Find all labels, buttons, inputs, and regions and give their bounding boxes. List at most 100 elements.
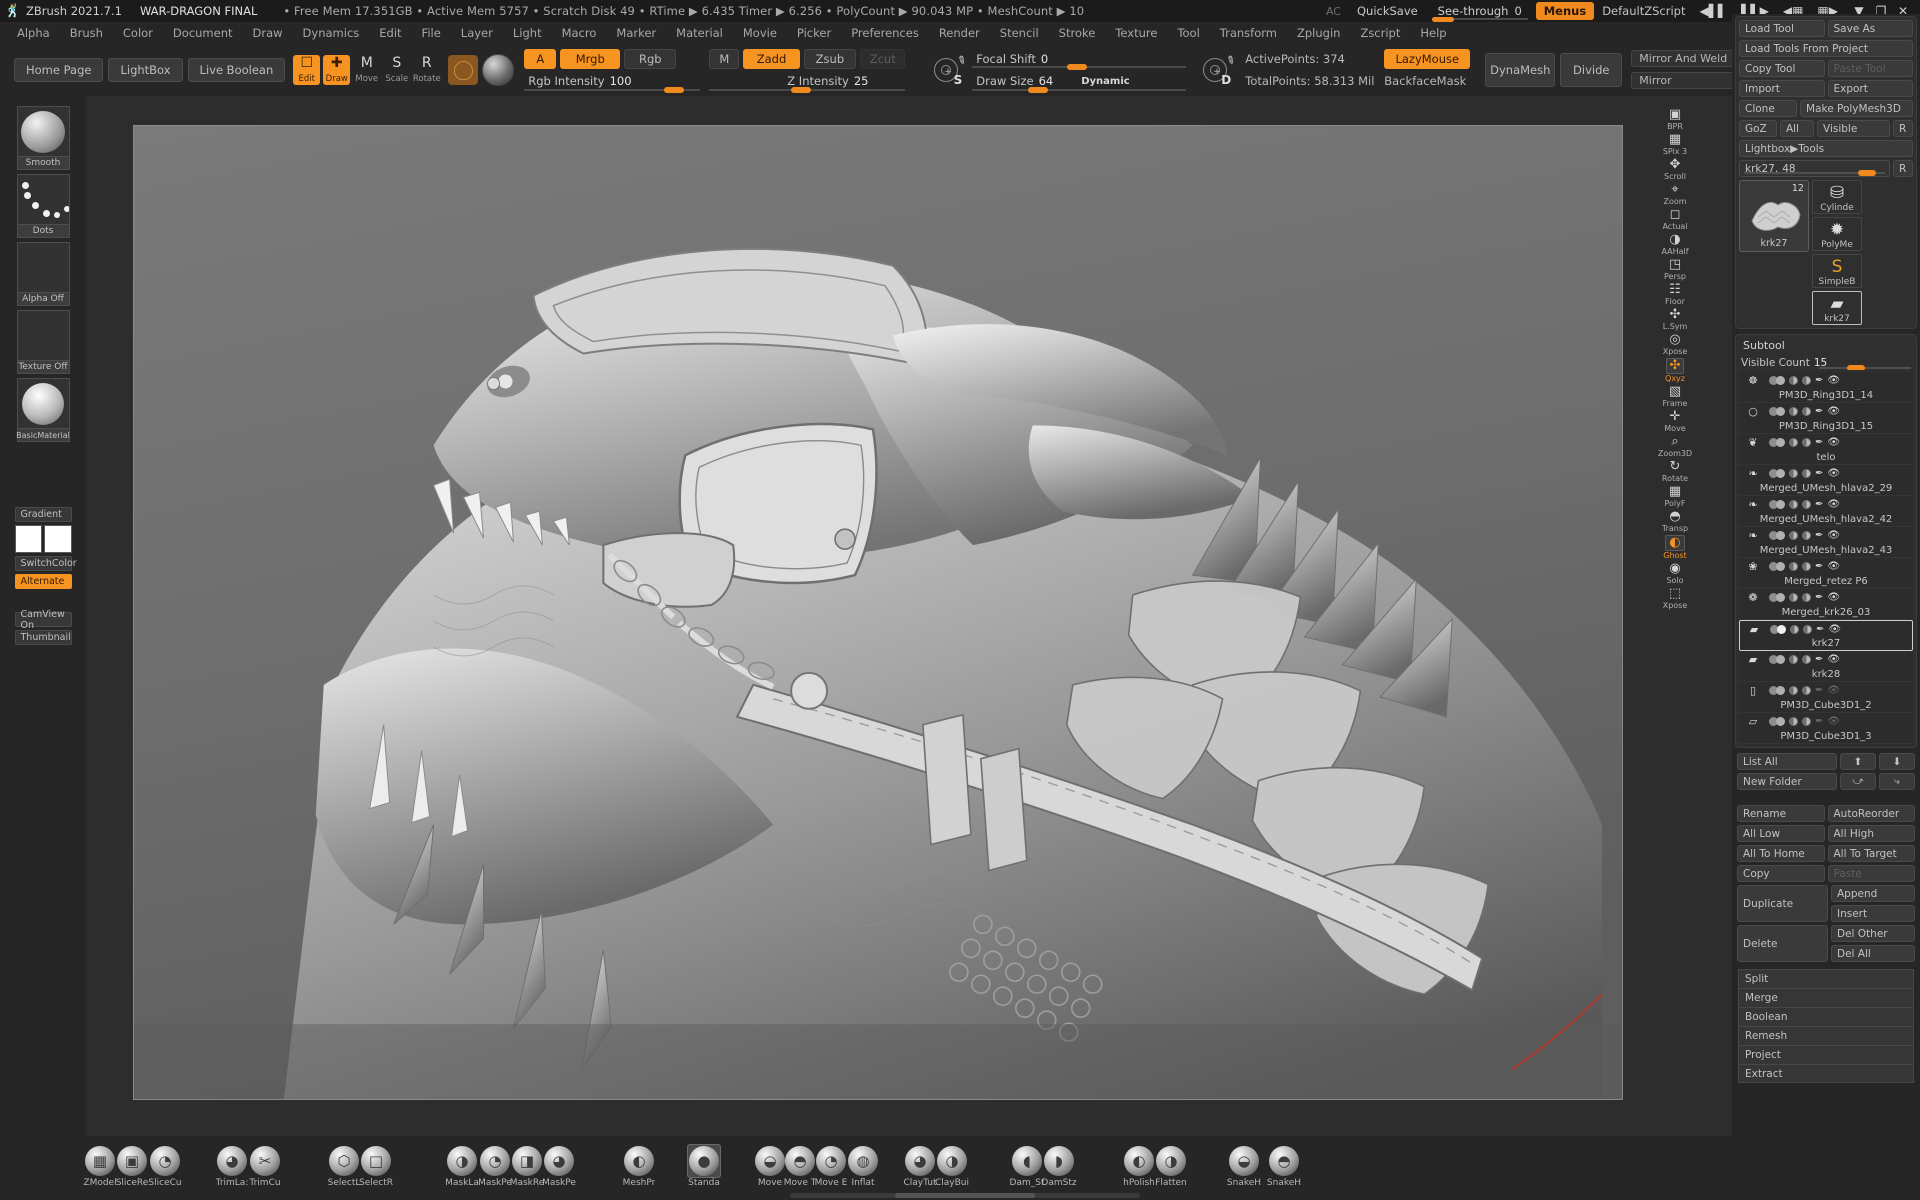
subtool-row[interactable]: ❦ ✒ 👁 telo (1739, 434, 1913, 465)
subtool-transparency-toggle[interactable] (1802, 562, 1811, 571)
subtool-transparency-toggle[interactable] (1802, 593, 1811, 602)
stroke-selector[interactable]: Dots (16, 174, 70, 238)
subtool-polypaint-toggle[interactable] (1789, 500, 1798, 509)
del-all-button[interactable]: Del All (1831, 945, 1915, 962)
all-low-button[interactable]: All Low (1737, 825, 1825, 842)
subtool-eye-icon[interactable]: 👁 (1827, 716, 1840, 727)
home-page-button[interactable]: Home Page (14, 58, 104, 82)
subtool-visibility-toggle[interactable] (1769, 407, 1785, 416)
rgb-intensity-knob[interactable] (664, 87, 685, 93)
brush-dam-standard-z-icon[interactable]: ◗ DamStz (1037, 1144, 1081, 1188)
alpha-selector[interactable]: Alpha Off (16, 242, 70, 306)
subtool-polypaint-toggle[interactable] (1789, 593, 1798, 602)
menu-item-draw[interactable]: Draw (244, 24, 292, 42)
menu-item-layer[interactable]: Layer (452, 24, 502, 42)
subtool-eye-icon[interactable]: 👁 (1827, 592, 1840, 603)
goz-visible-button[interactable]: Visible (1817, 120, 1890, 137)
subtool-visibility-toggle[interactable] (1770, 625, 1786, 634)
subtool-row[interactable]: ❁ ✒ 👁 Merged_krk26_03 (1739, 589, 1913, 620)
subtool-list[interactable]: ☸ ✒ 👁 PM3D_Ring3D1_14 ○ ✒ 👁 PM3D_Ring3D1_15 ❦ ✒ 👁 t… (1739, 372, 1913, 744)
shelf-left-icon[interactable]: ◀▌▌ (1699, 4, 1727, 18)
menu-item-alpha[interactable]: Alpha (8, 24, 59, 42)
subtool-visibility-toggle[interactable] (1769, 686, 1785, 695)
brush-trim-curve-icon[interactable]: ✂ TrimCu (243, 1144, 287, 1188)
subtool-polypaint-toggle[interactable] (1789, 562, 1798, 571)
subtool-transparency-toggle[interactable] (1802, 717, 1811, 726)
export-button[interactable]: Export (1827, 80, 1913, 97)
viewport[interactable] (133, 125, 1623, 1100)
subtool-row[interactable]: ▰ ✒ 👁 krk28 (1739, 651, 1913, 682)
menu-item-movie[interactable]: Movie (734, 24, 786, 42)
subtool-eye-icon[interactable]: 👁 (1827, 468, 1840, 479)
goz-button[interactable]: GoZ (1739, 120, 1777, 137)
quicksave-button[interactable]: QuickSave (1357, 4, 1418, 18)
edit-mode-button[interactable]: ☐ Edit (293, 55, 321, 85)
gradient-button[interactable]: Gradient (14, 507, 72, 522)
boolean-subpalette[interactable]: Boolean (1738, 1007, 1914, 1026)
camview-on-button[interactable]: CamView On (14, 609, 72, 631)
nav-frame-icon[interactable]: ▧ Frame (1658, 385, 1692, 409)
menu-item-zscript[interactable]: Zscript (1351, 24, 1409, 42)
arrow-down-icon[interactable]: ⬇ (1879, 753, 1915, 770)
nav-perspective-icon[interactable]: ◳ Persp (1658, 258, 1692, 282)
subtool-transparency-toggle[interactable] (1803, 625, 1812, 634)
z-intensity-slider[interactable]: Z Intensity 25 (709, 70, 906, 93)
load-tools-from-project-button[interactable]: Load Tools From Project (1739, 40, 1913, 57)
brush-slice-curve-icon[interactable]: ◔ SliceCu (143, 1144, 187, 1188)
menu-item-texture[interactable]: Texture (1106, 24, 1166, 42)
rgb-intensity-slider[interactable]: Rgb Intensity 100 (524, 70, 701, 93)
recent-tool-polyme[interactable]: ✹ PolyMe (1811, 217, 1862, 251)
menu-item-light[interactable]: Light (504, 24, 551, 42)
rgb-button[interactable]: Rgb (624, 49, 677, 69)
subtool-transparency-toggle[interactable] (1802, 531, 1811, 540)
move-mode-button[interactable]: M Move (353, 55, 380, 85)
menu-item-file[interactable]: File (413, 24, 450, 42)
zadd-button[interactable]: Zadd (743, 49, 800, 69)
all-high-button[interactable]: All High (1827, 825, 1915, 842)
brush-standard-brush-icon[interactable]: ● Standa (682, 1144, 726, 1188)
tool-item-slider[interactable]: krk27. 48 (1739, 160, 1890, 177)
copy-subtool-button[interactable]: Copy (1737, 865, 1825, 882)
subtool-polypaint-brush-icon[interactable]: ✒ (1815, 375, 1823, 386)
menu-item-material[interactable]: Material (667, 24, 732, 42)
subtool-row[interactable]: ❀ ✒ 👁 Merged_retez P6 (1739, 558, 1913, 589)
primary-color-swatch[interactable] (14, 525, 42, 553)
nav-move-icon[interactable]: ✛ Move (1658, 410, 1692, 434)
subtool-visibility-toggle[interactable] (1769, 717, 1785, 726)
subtool-polypaint-brush-icon[interactable]: ✒ (1815, 468, 1823, 479)
subtool-visibility-toggle[interactable] (1769, 593, 1785, 602)
make-polymesh3d-button[interactable]: Make PolyMesh3D (1800, 100, 1913, 117)
m-button[interactable]: M (709, 49, 740, 69)
nav-transp-icon[interactable]: ◓ Transp (1658, 510, 1692, 534)
subtool-polypaint-brush-icon[interactable]: ✒ (1815, 561, 1823, 572)
subtool-polypaint-toggle[interactable] (1789, 686, 1798, 695)
subtool-visibility-toggle[interactable] (1769, 469, 1785, 478)
menu-item-brush[interactable]: Brush (61, 24, 112, 42)
remesh-subpalette[interactable]: Remesh (1738, 1026, 1914, 1045)
brush-mask-pen2-icon[interactable]: ◕ MaskPe (537, 1144, 581, 1188)
subtool-row[interactable]: ○ ✒ 👁 PM3D_Ring3D1_15 (1739, 403, 1913, 434)
nav-aahalf-icon[interactable]: ◑ AAHalf (1658, 233, 1692, 257)
new-folder-button[interactable]: New Folder (1737, 773, 1837, 790)
subtool-polypaint-toggle[interactable] (1789, 655, 1798, 664)
all-to-target-button[interactable]: All To Target (1827, 845, 1915, 862)
dynamic-label[interactable]: Dynamic (1081, 76, 1129, 87)
menu-item-macro[interactable]: Macro (553, 24, 606, 42)
brush-flatten-icon[interactable]: ◑ Flatten (1149, 1144, 1193, 1188)
subtool-visibility-toggle[interactable] (1769, 655, 1785, 664)
visible-count-slider[interactable]: Visible Count 15 (1739, 355, 1913, 370)
nav-bpr-icon[interactable]: ▣ BPR (1658, 108, 1692, 132)
switch-color-button[interactable]: SwitchColor (14, 556, 77, 571)
brush-inflate-brush-icon[interactable]: ◍ Inflat (841, 1144, 885, 1188)
mrgb-button[interactable]: Mrgb (560, 49, 621, 69)
goz-r-button[interactable]: R (1893, 120, 1913, 137)
all-to-home-button[interactable]: All To Home (1737, 845, 1825, 862)
menu-item-document[interactable]: Document (164, 24, 242, 42)
goz-all-button[interactable]: All (1780, 120, 1814, 137)
subtool-eye-icon[interactable]: 👁 (1827, 499, 1840, 510)
subtool-eye-icon[interactable]: 👁 (1828, 624, 1841, 635)
texture-selector[interactable]: Texture Off (16, 310, 70, 374)
menu-item-edit[interactable]: Edit (370, 24, 410, 42)
subtool-eye-icon[interactable]: 👁 (1827, 685, 1840, 696)
subtool-polypaint-brush-icon[interactable]: ✒ (1815, 685, 1823, 696)
